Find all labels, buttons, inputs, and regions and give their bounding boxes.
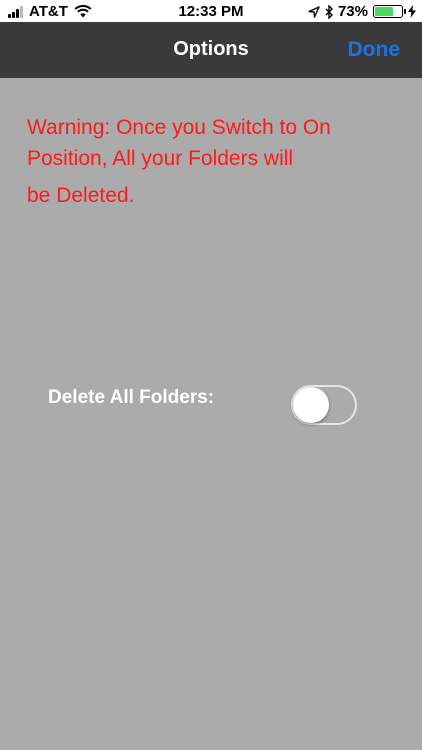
charging-bolt-icon — [408, 5, 416, 18]
warning-line: Warning: Once you Switch to On — [27, 116, 331, 139]
warning-line: be Deleted. — [27, 184, 135, 207]
delete-all-folders-toggle[interactable] — [291, 385, 357, 425]
status-bar: AT&T 12:33 PM 73% — [0, 0, 422, 22]
navigation-bar: Options Done — [0, 22, 422, 78]
battery-percent: 73% — [337, 3, 368, 20]
location-arrow-icon — [308, 5, 320, 18]
toggle-knob — [293, 387, 329, 423]
battery-icon — [373, 5, 406, 18]
options-screen: AT&T 12:33 PM 73% Options Done Warning: … — [0, 0, 422, 750]
warning-message: Warning: Once you Switch to On Position,… — [27, 112, 397, 211]
status-bar-right: 73% — [303, 3, 416, 20]
done-button[interactable]: Done — [348, 38, 401, 62]
warning-line: Position, All your Folders will — [27, 147, 294, 170]
delete-all-folders-label: Delete All Folders: — [48, 387, 215, 408]
battery-level-fill — [375, 7, 394, 16]
bluetooth-icon — [325, 4, 333, 19]
